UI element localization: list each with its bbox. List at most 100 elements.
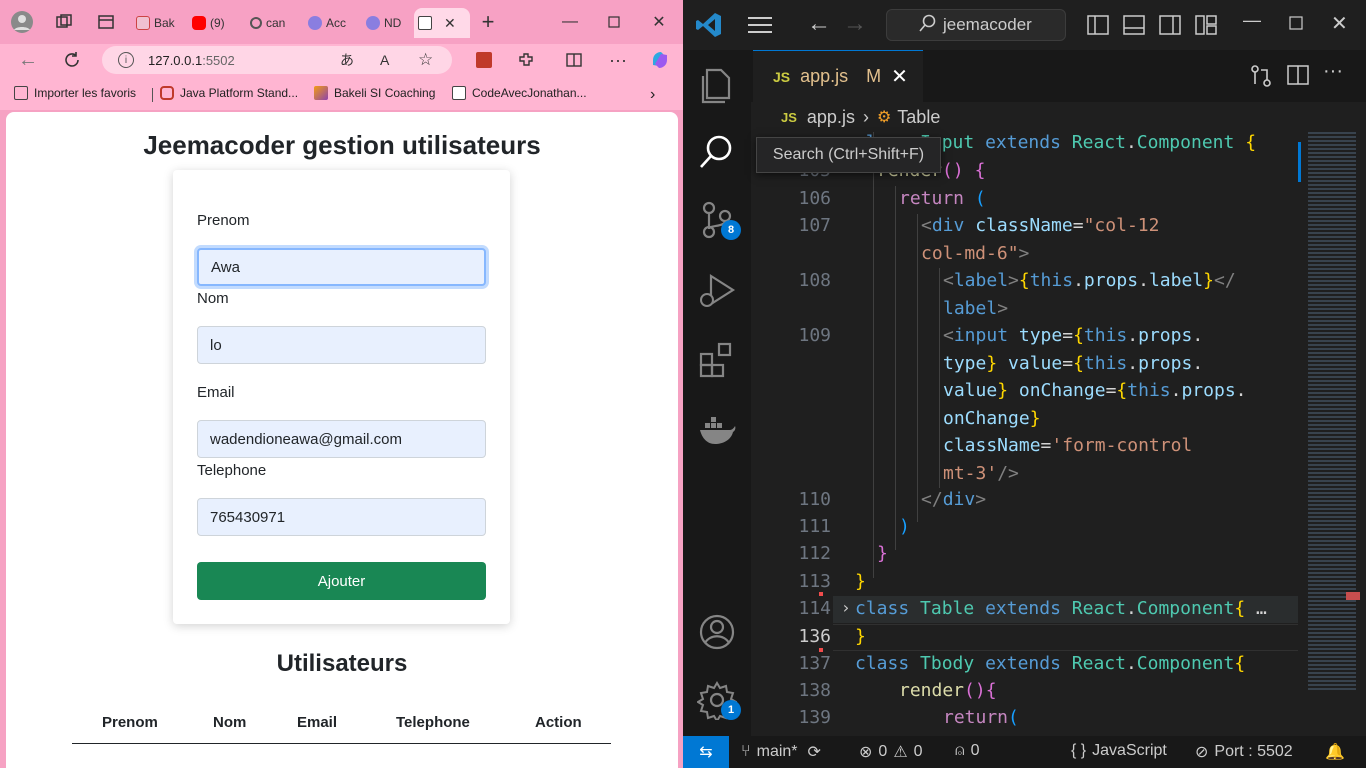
live-server-status[interactable]: ⊘ Port : 5502	[1195, 742, 1293, 762]
telephone-input[interactable]: 765430971	[197, 498, 486, 536]
code-line: onChange}	[943, 408, 1041, 429]
customize-layout-icon[interactable]	[1195, 14, 1217, 41]
notifications-bell-icon[interactable]: 🔔	[1325, 742, 1345, 762]
split-screen-icon[interactable]	[560, 46, 588, 74]
breadcrumb-file[interactable]: app.js	[807, 107, 855, 128]
braces-icon: { }	[1071, 742, 1087, 759]
back-icon[interactable]: ←	[14, 46, 42, 74]
profile-icon[interactable]	[8, 8, 36, 36]
command-center[interactable]: jeemacoder	[886, 9, 1066, 41]
menu-icon[interactable]	[747, 14, 773, 36]
read-aloud-icon[interactable]: A	[380, 52, 389, 68]
bookmark-bakeli[interactable]: Bakeli SI Coaching	[314, 86, 435, 100]
bookmark-java[interactable]: Java Platform Stand...	[160, 86, 298, 100]
minimap-error-marker	[1346, 592, 1360, 600]
accounts-icon[interactable]	[697, 612, 737, 652]
tab-filename: app.js	[800, 66, 849, 86]
toggle-panel-icon[interactable]	[1123, 14, 1145, 41]
minimize-icon[interactable]: —	[556, 8, 584, 36]
add-user-button[interactable]: Ajouter	[197, 562, 486, 600]
tab-actions-icon[interactable]	[92, 8, 120, 36]
close-tab-icon[interactable]: ✕	[444, 15, 456, 32]
new-tab-icon[interactable]: +	[474, 8, 502, 36]
status-bar: ⇆ ⑂ main* ⟳ ⊗ 0 ⚠ 0 ⍝ 0 { } JavaScript ⊘…	[683, 736, 1366, 768]
language-mode[interactable]: { } JavaScript	[1071, 742, 1167, 760]
field-label-prenom: Prenom	[197, 212, 250, 229]
site-info-icon[interactable]: i	[118, 52, 134, 68]
minimize-icon[interactable]: —	[1243, 10, 1261, 31]
search-icon[interactable]	[697, 132, 737, 172]
close-window-icon[interactable]: ✕	[1331, 11, 1348, 36]
source-control-icon[interactable]: 8	[697, 200, 741, 240]
nom-input[interactable]: lo	[197, 326, 486, 364]
code-line: type} value={this.props.	[943, 353, 1204, 374]
copilot-icon[interactable]	[646, 46, 674, 74]
minimap[interactable]	[1298, 132, 1366, 736]
code-editor[interactable]: 105 106 107 108 109 110 111 112 113 114 …	[751, 132, 1298, 736]
docker-icon[interactable]	[697, 410, 737, 450]
indent-guide	[873, 132, 874, 578]
maximize-icon[interactable]	[600, 8, 628, 36]
bookmark-codeavec[interactable]: CodeAvecJonathan...	[452, 86, 587, 100]
tab-label: can	[266, 16, 286, 30]
code-line: col-md-6">	[921, 243, 1030, 264]
port-label: Port : 5502	[1214, 743, 1293, 760]
address-bar[interactable]: i 127.0.0.1:5502 あ A ☆	[102, 46, 452, 74]
source-control-badge: 8	[721, 220, 741, 240]
editor-tab-app-js[interactable]: JS app.js M ✕	[753, 50, 923, 102]
toggle-primary-sidebar-icon[interactable]	[1087, 14, 1109, 41]
maximize-icon[interactable]	[1289, 16, 1303, 35]
ports-count: 0	[970, 742, 980, 759]
bookmarks-bar: Importer les favoris Java Platform Stand…	[0, 80, 683, 110]
browser-tab-active[interactable]: ✕	[414, 8, 470, 38]
browser-tab[interactable]: ND	[362, 8, 412, 38]
browser-tab[interactable]: (9)	[188, 8, 242, 38]
more-menu-icon[interactable]: ···	[604, 46, 632, 74]
error-count: 0	[878, 743, 888, 760]
code-line: <input type={this.props.	[943, 325, 1204, 346]
close-tab-icon[interactable]: ✕	[891, 64, 908, 89]
remote-indicator-icon[interactable]: ⇆	[683, 736, 729, 768]
prenom-input[interactable]: Awa	[197, 248, 486, 286]
code-line: return (	[899, 188, 986, 209]
url-port: :5502	[202, 52, 235, 68]
extensions-icon[interactable]	[512, 46, 540, 74]
browser-tab[interactable]: Acc	[304, 8, 356, 38]
split-editor-icon[interactable]	[1287, 64, 1309, 91]
sync-icon: ⟳	[807, 744, 821, 761]
problems-status[interactable]: ⊗ 0 ⚠ 0	[859, 742, 923, 762]
branch-status[interactable]: ⑂ main* ⟳	[741, 742, 821, 762]
bookmark-import[interactable]: Importer les favoris	[14, 86, 136, 100]
close-window-icon[interactable]: ✕	[645, 8, 673, 36]
line-number: 137	[798, 653, 831, 674]
minimap-scrollbar[interactable]	[1298, 142, 1301, 182]
extensions-icon[interactable]	[697, 340, 737, 380]
warning-count: 0	[913, 743, 923, 760]
open-changes-icon[interactable]	[1249, 64, 1273, 93]
browser-tab[interactable]: Bak	[132, 8, 182, 38]
reload-icon[interactable]	[58, 46, 86, 74]
indent-guide	[939, 268, 940, 488]
toggle-secondary-sidebar-icon[interactable]	[1159, 14, 1181, 41]
nav-back-icon[interactable]: ←	[807, 10, 831, 38]
email-input[interactable]: wadendioneawa@gmail.com	[197, 420, 486, 458]
workspaces-icon[interactable]	[50, 8, 78, 36]
ports-status[interactable]: ⍝ 0	[955, 742, 980, 760]
translate-icon[interactable]: あ	[340, 50, 354, 70]
extension-red-icon[interactable]	[470, 46, 498, 74]
bakeli-favicon	[136, 16, 150, 30]
browser-tab[interactable]: can	[246, 8, 300, 38]
line-number: 106	[798, 188, 831, 209]
more-actions-icon[interactable]: ···	[1323, 60, 1343, 83]
manage-gear-icon[interactable]: 1	[696, 680, 741, 723]
activity-bar: 8 1	[683, 50, 751, 736]
column-header-telephone: Telephone	[396, 714, 470, 731]
explorer-icon[interactable]	[697, 64, 737, 104]
fold-chevron-icon[interactable]: ›	[841, 598, 851, 617]
nav-forward-icon[interactable]: →	[843, 10, 867, 38]
canva-favicon	[366, 16, 380, 30]
favorite-star-icon[interactable]: ☆	[418, 50, 433, 70]
breadcrumb-symbol[interactable]: Table	[897, 107, 940, 128]
run-debug-icon[interactable]	[697, 270, 737, 310]
more-bookmarks-chevron-icon[interactable]: ›	[650, 86, 655, 104]
